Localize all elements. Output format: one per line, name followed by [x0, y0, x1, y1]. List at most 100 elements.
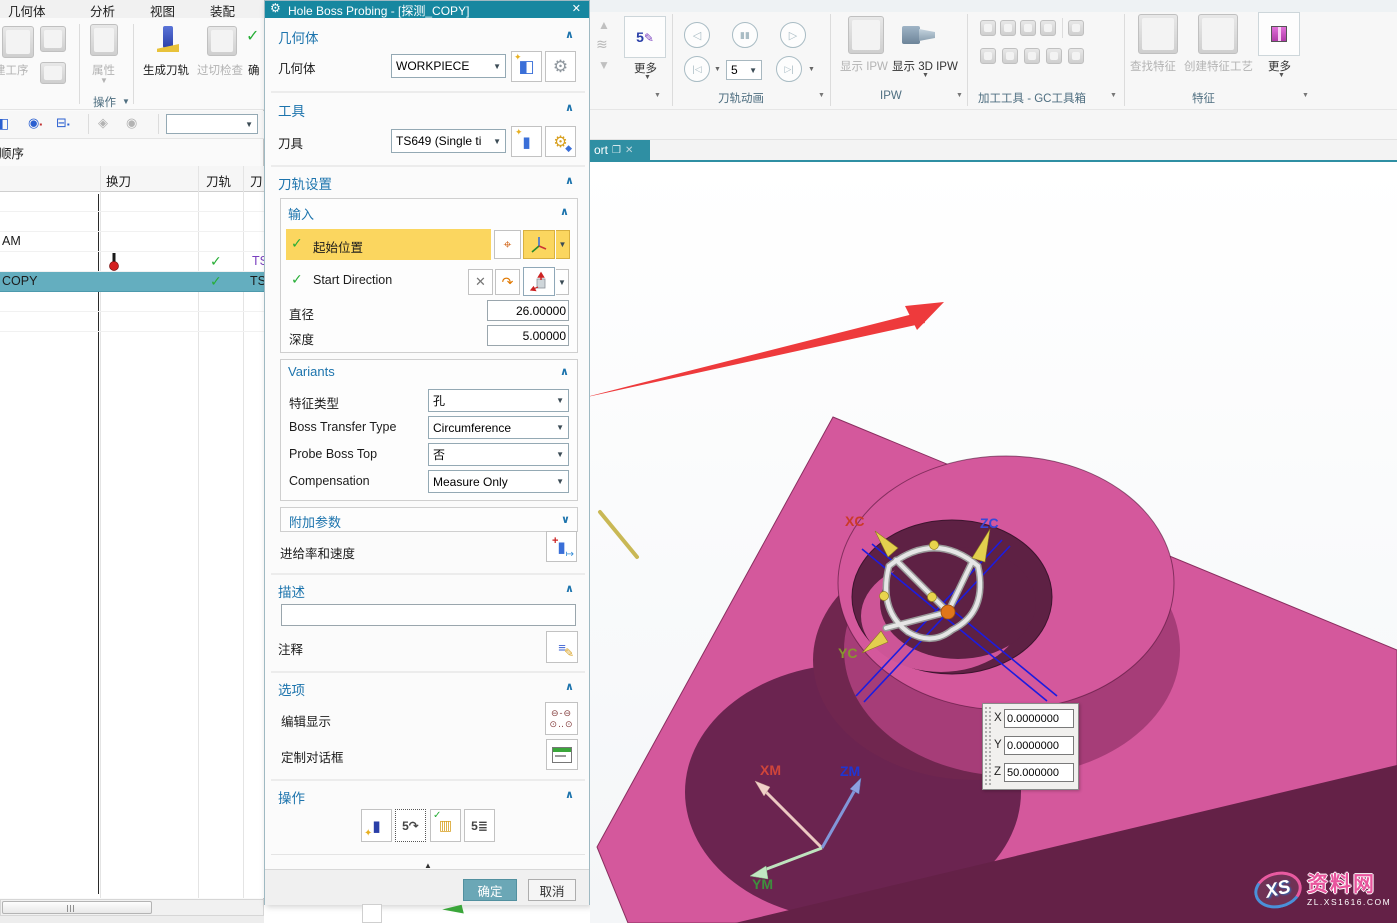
- start-position-csys-button[interactable]: [523, 230, 555, 259]
- part-tab[interactable]: ort ❐ ✕: [590, 140, 650, 160]
- step-first-button[interactable]: |◁: [684, 56, 710, 82]
- part-tab-close-icon[interactable]: ✕: [625, 145, 633, 156]
- geometry-section-header[interactable]: 几何体: [278, 27, 319, 47]
- feature-group-dropdown-icon[interactable]: ▼: [1302, 92, 1309, 99]
- path-settings-collapse-icon[interactable]: ∧: [565, 174, 574, 187]
- coord-y-input[interactable]: 0.0000000: [1004, 736, 1074, 755]
- dialog-close-icon[interactable]: ✕: [572, 2, 581, 15]
- workpiece-tool-icon[interactable]: ◉: [126, 115, 137, 131]
- pause-button[interactable]: ▮▮: [732, 22, 758, 48]
- measure-icon[interactable]: ⊟▪: [56, 115, 70, 131]
- gc-tool-icon-5[interactable]: [1068, 20, 1084, 36]
- find-object-icon[interactable]: ◉▪: [28, 115, 42, 131]
- additional-params-header[interactable]: 附加参数: [289, 512, 341, 531]
- options-header[interactable]: 选项: [278, 679, 305, 699]
- feature-type-select[interactable]: 孔▼: [428, 389, 569, 412]
- navigator-row-program[interactable]: AM: [0, 232, 264, 252]
- gouge-check-icon[interactable]: [207, 26, 237, 56]
- create-feature-process-icon[interactable]: [1198, 14, 1238, 54]
- input-subheader[interactable]: 输入: [288, 204, 314, 223]
- notes-button[interactable]: ≡ ✎: [546, 631, 578, 663]
- tool-collapse-icon[interactable]: ∧: [565, 101, 574, 114]
- actions-header[interactable]: 操作: [278, 787, 305, 807]
- step-back-dropdown-icon[interactable]: ▼: [714, 66, 721, 73]
- gc-tool-icon-9[interactable]: [1046, 48, 1062, 64]
- compensation-select[interactable]: Measure Only▼: [428, 470, 569, 493]
- feature-more-dropdown-icon[interactable]: ▼: [1278, 72, 1285, 79]
- actions-collapse-icon[interactable]: ∧: [565, 788, 574, 801]
- coord-z-input[interactable]: 50.000000: [1004, 763, 1074, 782]
- gc-tool-icon-1[interactable]: [980, 20, 996, 36]
- create-geometry-icon[interactable]: [40, 26, 66, 52]
- feature-more-button[interactable]: [1258, 12, 1300, 56]
- graphics-viewport[interactable]: XC ZC YC XM ZM YM X 0.0000000 Y 0.000000…: [590, 162, 1397, 923]
- navigator-row-probe-op[interactable]: ✓ TS: [0, 252, 264, 272]
- tool-select[interactable]: TS649 (Single ti▼: [391, 129, 506, 153]
- show-ipw-icon[interactable]: [848, 16, 884, 54]
- start-position-options-dropdown[interactable]: ▼: [556, 230, 570, 259]
- additional-params-expand-icon[interactable]: ∨: [561, 513, 570, 526]
- direction-type-button[interactable]: [523, 267, 555, 296]
- navigator-tool-icon-partial[interactable]: ◧: [0, 115, 9, 132]
- animation-speed-spinner[interactable]: 5▼: [726, 60, 762, 80]
- coord-box-drag-handle[interactable]: [984, 706, 992, 786]
- wcs-yc-label[interactable]: YC: [838, 645, 857, 661]
- options-collapse-icon[interactable]: ∧: [565, 680, 574, 693]
- coord-x-input[interactable]: 0.0000000: [1004, 709, 1074, 728]
- navigator-row-empty-4[interactable]: [0, 312, 264, 332]
- layers-icon[interactable]: ≋: [596, 36, 608, 53]
- start-position-row[interactable]: ✓ 起始位置: [286, 229, 491, 260]
- move-down-icon[interactable]: ▼: [598, 58, 610, 72]
- step-last-button[interactable]: ▷|: [776, 56, 802, 82]
- quick-filter-dropdown[interactable]: ▼: [166, 114, 258, 134]
- group-a-dialog-icon[interactable]: ▼: [654, 92, 661, 99]
- animation-group-dropdown-icon[interactable]: ▼: [818, 92, 825, 99]
- properties-dropdown-icon[interactable]: ▼: [100, 76, 108, 85]
- description-collapse-icon[interactable]: ∧: [565, 582, 574, 595]
- edit-tool-button[interactable]: ⚙ ◆: [545, 126, 576, 157]
- generate-toolpath-icon[interactable]: [155, 24, 181, 58]
- show-3d-ipw-icon[interactable]: [902, 18, 942, 52]
- operations-group-label[interactable]: 操作: [93, 94, 116, 110]
- wcs-zc-label[interactable]: ZC: [980, 515, 999, 531]
- new-geometry-button[interactable]: ◧ ✦: [511, 51, 542, 82]
- ok-button[interactable]: 确定: [463, 879, 517, 901]
- diameter-input[interactable]: 26.00000: [487, 300, 569, 321]
- hscrollbar-thumb[interactable]: [2, 901, 152, 914]
- gc-group-dropdown-icon[interactable]: ▼: [1110, 92, 1117, 99]
- create-operation-icon[interactable]: [2, 26, 34, 58]
- boss-transfer-type-select[interactable]: Circumference▼: [428, 416, 569, 439]
- description-header[interactable]: 描述: [278, 581, 305, 601]
- customize-dialog-button[interactable]: [546, 739, 578, 770]
- dialog-titlebar[interactable]: ⚙ Hole Boss Probing - [探测_COPY] ✕: [265, 1, 589, 18]
- navigator-hscrollbar[interactable]: [0, 899, 264, 916]
- show-3d-ipw-dropdown-icon[interactable]: ▼: [922, 72, 929, 79]
- additional-params-box[interactable]: 附加参数 ∨: [280, 507, 578, 532]
- direction-options-dropdown[interactable]: ▼: [556, 269, 569, 295]
- navigator-row-empty-3[interactable]: [0, 292, 264, 312]
- path-settings-header[interactable]: 刀轨设置: [278, 173, 332, 193]
- geometry-select[interactable]: WORKPIECE▼: [391, 54, 506, 78]
- specify-start-point-button[interactable]: ⌖: [494, 230, 521, 259]
- listing-action-button[interactable]: 5≣: [464, 809, 495, 842]
- replay-action-button[interactable]: 5↷: [395, 809, 426, 842]
- gc-tool-icon-7[interactable]: [1002, 48, 1018, 64]
- find-feature-icon[interactable]: [1138, 14, 1178, 54]
- play-forward-button[interactable]: ▷: [780, 22, 806, 48]
- edit-display-button[interactable]: ⊖-⊖ ⊙‥⊙: [545, 702, 578, 735]
- feeds-speeds-button[interactable]: ▮ + ↦: [546, 531, 577, 562]
- tool-path-tool-icon[interactable]: ◈: [98, 115, 108, 131]
- ipw-group-dropdown-icon[interactable]: ▼: [956, 92, 963, 99]
- confirm-toolpath-icon[interactable]: ✓: [246, 26, 264, 56]
- generate-action-button[interactable]: ▮ ✦: [361, 809, 392, 842]
- move-up-icon[interactable]: ▲: [598, 18, 610, 32]
- vector-dialog-button[interactable]: ↷: [495, 269, 520, 295]
- geometry-collapse-icon[interactable]: ∧: [565, 28, 574, 41]
- gc-tool-icon-8[interactable]: [1024, 48, 1040, 64]
- navigator-row-copy-selected[interactable]: COPY ✓ TS: [0, 272, 264, 292]
- navigator-row-empty-2[interactable]: [0, 212, 264, 232]
- depth-input[interactable]: 5.00000: [487, 325, 569, 346]
- navigator-row-empty-1[interactable]: [0, 192, 264, 212]
- dialog-collapse-strip[interactable]: ▲: [271, 854, 585, 868]
- gc-tool-icon-3[interactable]: [1020, 20, 1036, 36]
